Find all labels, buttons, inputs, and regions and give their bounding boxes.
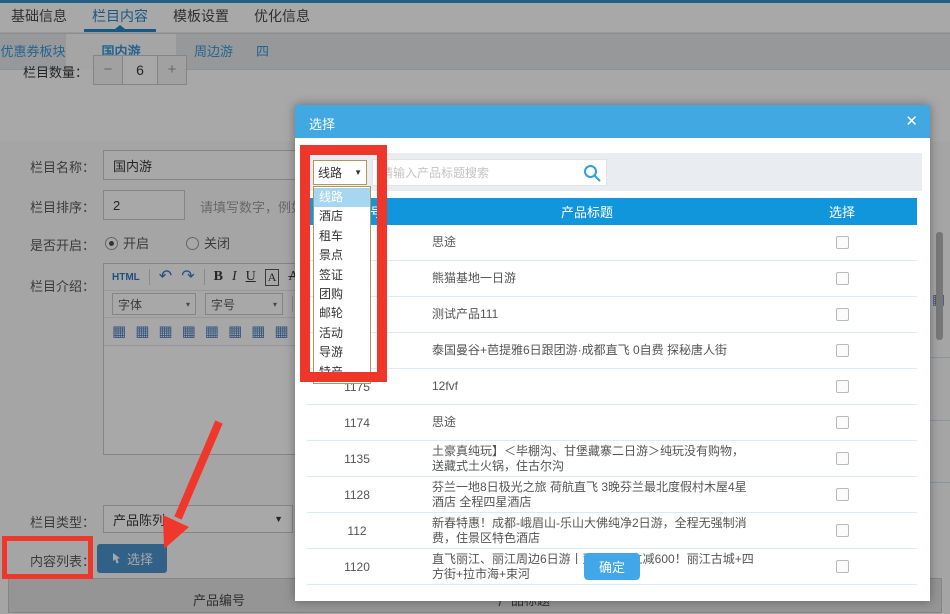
product-id: 1174	[307, 405, 407, 440]
filter-option-label: 签证	[319, 268, 343, 282]
filter-option[interactable]: 签证	[314, 266, 370, 285]
row-checkbox[interactable]	[836, 344, 849, 357]
modal-table-body: 1178 思途 1190 熊猫基地一日游 1177 测试产品111	[307, 225, 917, 585]
product-type-filter-select[interactable]: 线路 ▼	[313, 160, 367, 185]
filter-option-label: 邮轮	[319, 306, 343, 320]
search-icon[interactable]	[582, 163, 602, 183]
modal-title: 选择	[309, 114, 335, 133]
modal-product-table: 产品编号 产品标题 选择 1178 思途 1190 熊猫基地一日游	[307, 198, 917, 585]
modal-col-title-header: 产品标题	[407, 198, 767, 225]
row-checkbox[interactable]	[836, 452, 849, 465]
product-title: 芬兰一地8日极光之旅 荷航直飞 3晚芬兰最北度假村木屋4星酒店 全程四星酒店	[407, 477, 767, 512]
confirm-button[interactable]: 确定	[584, 553, 640, 580]
filter-option[interactable]: 线路	[314, 188, 370, 207]
product-title: 测试产品111	[407, 297, 767, 332]
table-row: 1135 土豪真纯玩】＜毕棚沟、甘堡藏寨二日游＞纯玩没有购物，送藏式土火锅，住古…	[307, 441, 917, 477]
table-row: 112 新春特惠！成都-峨眉山-乐山大佛纯净2日游，全程无强制消费，住景区特色酒…	[307, 513, 917, 549]
filter-option[interactable]: 特产	[314, 363, 370, 382]
product-title: 思途	[407, 225, 767, 260]
table-row: 1178 思途	[307, 225, 917, 261]
filter-option-label: 团购	[319, 287, 343, 301]
filter-option[interactable]: 活动	[314, 324, 370, 343]
product-title: 新春特惠！成都-峨眉山-乐山大佛纯净2日游，全程无强制消费，住景区特色酒店	[407, 513, 767, 548]
product-id: 1128	[307, 477, 407, 512]
close-icon[interactable]: ✕	[905, 112, 918, 130]
filter-option-label: 特产	[319, 365, 343, 379]
filter-option[interactable]: 团购	[314, 285, 370, 304]
filter-option-label: 租车	[319, 229, 343, 243]
row-checkbox[interactable]	[836, 524, 849, 537]
filter-options-dropdown: 线路酒店租车景点签证团购邮轮活动导游特产	[313, 186, 371, 384]
filter-option-label: 景点	[319, 248, 343, 262]
product-title: 泰国曼谷+芭提雅6日跟团游·成都直飞 0自费 探秘唐人街	[407, 333, 767, 368]
modal-col-select-header: 选择	[767, 198, 917, 225]
select-product-modal: 选择 ✕ 线路 ▼ 线路酒店租车景点签证团购邮轮活动导游特产 产品编号 产品标题…	[295, 105, 930, 601]
table-row: 1190 熊猫基地一日游	[307, 261, 917, 297]
chevron-down-icon: ▼	[354, 168, 362, 177]
product-title: 熊猫基地一日游	[407, 261, 767, 296]
table-row: 1174 思途	[307, 405, 917, 441]
row-checkbox[interactable]	[836, 488, 849, 501]
product-title: 思途	[407, 405, 767, 440]
filter-selected-value: 线路	[318, 164, 342, 181]
row-checkbox[interactable]	[836, 308, 849, 321]
filter-option[interactable]: 邮轮	[314, 304, 370, 323]
modal-table-header: 产品编号 产品标题 选择	[307, 198, 917, 225]
filter-option-label: 酒店	[319, 209, 343, 223]
row-checkbox[interactable]	[836, 560, 849, 573]
table-row: 1176 泰国曼谷+芭提雅6日跟团游·成都直飞 0自费 探秘唐人街	[307, 333, 917, 369]
row-checkbox[interactable]	[836, 236, 849, 249]
product-id: 1135	[307, 441, 407, 476]
modal-header: 选择 ✕	[295, 105, 930, 138]
filter-option[interactable]: 景点	[314, 246, 370, 265]
table-row: 1177 测试产品111	[307, 297, 917, 333]
row-checkbox[interactable]	[836, 380, 849, 393]
filter-option-label: 活动	[319, 326, 343, 340]
table-row: 1175 12fvf	[307, 369, 917, 405]
row-checkbox[interactable]	[836, 272, 849, 285]
row-checkbox[interactable]	[836, 416, 849, 429]
screen: 基础信息栏目内容模板设置优化信息 栏目数量： − 6 + 优惠券板块国内游周边游…	[0, 0, 950, 614]
filter-option[interactable]: 租车	[314, 227, 370, 246]
product-title: 12fvf	[407, 369, 767, 404]
filter-option[interactable]: 酒店	[314, 207, 370, 226]
product-id: 1120	[307, 549, 407, 584]
table-row: 1128 芬兰一地8日极光之旅 荷航直飞 3晚芬兰最北度假村木屋4星酒店 全程四…	[307, 477, 917, 513]
product-search-input[interactable]	[372, 159, 607, 186]
product-id: 112	[307, 513, 407, 548]
filter-option-label: 线路	[319, 190, 343, 204]
filter-option-label: 导游	[319, 345, 343, 359]
filter-option[interactable]: 导游	[314, 343, 370, 362]
product-title: 土豪真纯玩】＜毕棚沟、甘堡藏寨二日游＞纯玩没有购物，送藏式土火锅，住古尔沟	[407, 441, 767, 476]
